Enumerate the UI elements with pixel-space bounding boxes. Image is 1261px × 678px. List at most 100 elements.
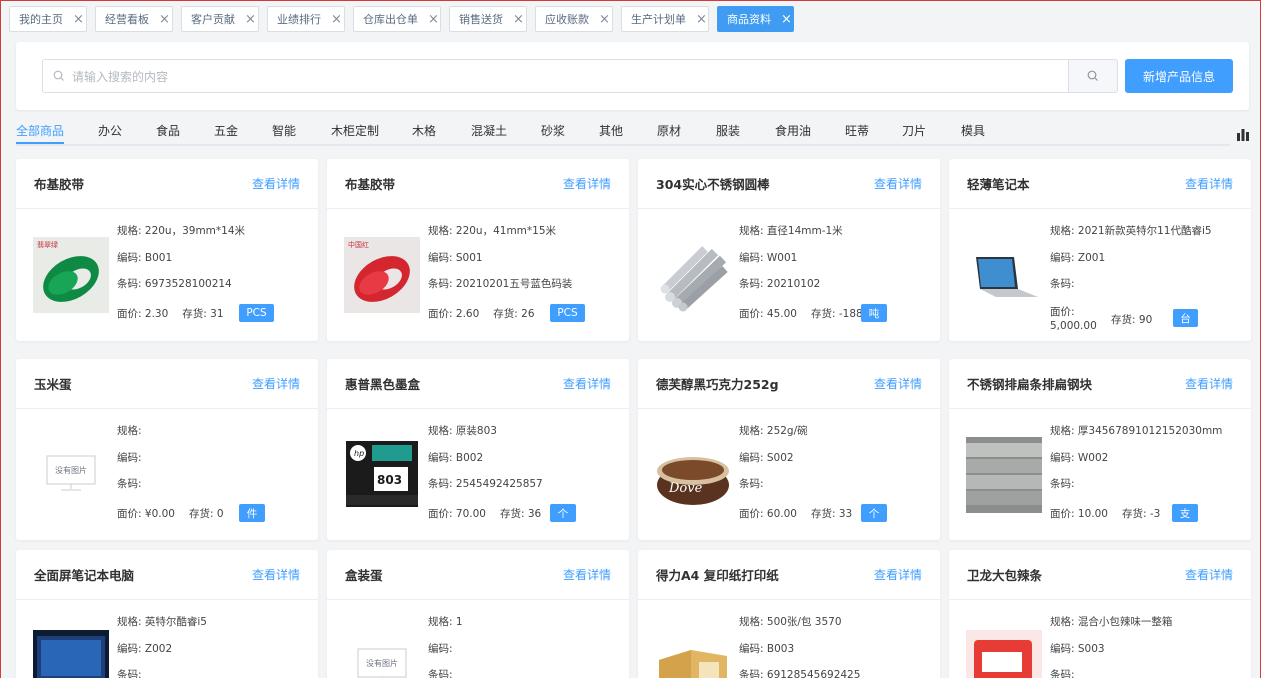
product-image-wrapper bbox=[966, 630, 1042, 678]
product-card: 轻薄笔记本 查看详情 规格: 2021新款英特尔11代酷睿i5 编码: Z001… bbox=[949, 159, 1251, 341]
view-details-link[interactable]: 查看详情 bbox=[1185, 375, 1233, 392]
category-tab-2[interactable]: 食品 bbox=[156, 122, 180, 139]
barcode-label: 条码: bbox=[739, 478, 764, 490]
category-tab-1[interactable]: 办公 bbox=[98, 122, 122, 139]
close-icon[interactable]: × bbox=[428, 13, 439, 26]
tab-3[interactable]: 业绩排行 × bbox=[267, 6, 345, 32]
unit-badge: PCS bbox=[239, 304, 274, 322]
barcode-label: 条码: bbox=[739, 669, 764, 678]
view-details-link[interactable]: 查看详情 bbox=[874, 375, 922, 392]
view-details-link[interactable]: 查看详情 bbox=[1185, 175, 1233, 192]
view-details-link[interactable]: 查看详情 bbox=[874, 175, 922, 192]
stock-label: 存货: bbox=[499, 508, 525, 520]
category-tab-11[interactable]: 服装 bbox=[716, 122, 740, 139]
category-tab-13[interactable]: 旺蒂 bbox=[845, 122, 869, 139]
close-icon[interactable]: × bbox=[599, 13, 610, 26]
category-tab-10[interactable]: 原材 bbox=[657, 122, 681, 139]
close-icon[interactable]: × bbox=[331, 13, 342, 26]
view-details-link[interactable]: 查看详情 bbox=[252, 566, 300, 583]
search-panel: 请输入搜索的内容 新增产品信息 bbox=[16, 42, 1249, 110]
tab-label: 仓库出仓单 bbox=[363, 13, 418, 26]
product-image: 翡翠绿 bbox=[33, 237, 109, 313]
product-name: 卫龙大包辣条 bbox=[967, 568, 1043, 583]
category-tab-4[interactable]: 智能 bbox=[272, 122, 296, 139]
view-details-link[interactable]: 查看详情 bbox=[1185, 566, 1233, 583]
close-icon[interactable]: × bbox=[245, 13, 256, 26]
unit-badge: 台 bbox=[1173, 309, 1198, 327]
tab-label: 生产计划单 bbox=[631, 13, 686, 26]
price-label: 面价: bbox=[117, 308, 142, 320]
product-card: 盒装蛋 查看详情 没有图片 规格: 1 编码: 条码: bbox=[327, 550, 629, 678]
tab-7[interactable]: 生产计划单 × bbox=[621, 6, 709, 32]
barcode-value: 20210201五号蓝色码装 bbox=[455, 278, 573, 290]
close-icon[interactable]: × bbox=[781, 13, 792, 26]
category-tab-14[interactable]: 刀片 bbox=[902, 122, 926, 139]
bar-chart-icon[interactable] bbox=[1236, 128, 1250, 141]
card-header: 得力A4 复印纸打印纸 查看详情 bbox=[638, 550, 940, 600]
view-details-link[interactable]: 查看详情 bbox=[563, 375, 611, 392]
view-details-link[interactable]: 查看详情 bbox=[563, 175, 611, 192]
product-card: 卫龙大包辣条 查看详情 规格: 混合小包辣味一整箱 编码: S003 条码: bbox=[949, 550, 1251, 678]
product-image-wrapper bbox=[966, 437, 1042, 513]
code-label: 编码: bbox=[117, 251, 142, 264]
price-block: 面价: 60.00 存货: 33 bbox=[739, 506, 852, 521]
code-value: B003 bbox=[766, 642, 795, 655]
search-input[interactable]: 请输入搜索的内容 bbox=[42, 59, 1068, 93]
add-product-button[interactable]: 新增产品信息 bbox=[1125, 59, 1233, 93]
spec-value: 500张/包 3570 bbox=[766, 616, 842, 628]
view-details-link[interactable]: 查看详情 bbox=[874, 566, 922, 583]
barcode-label: 条码: bbox=[428, 278, 453, 290]
tab-4[interactable]: 仓库出仓单 × bbox=[353, 6, 441, 32]
tab-5[interactable]: 销售送货 × bbox=[449, 6, 527, 32]
category-tab-0[interactable]: 全部商品 bbox=[16, 122, 64, 139]
svg-text:hp: hp bbox=[354, 449, 364, 458]
tab-label: 销售送货 bbox=[459, 13, 503, 26]
tab-6[interactable]: 应收账款 × bbox=[535, 6, 613, 32]
category-tab-8[interactable]: 砂浆 bbox=[541, 122, 565, 139]
product-name: 布基胶带 bbox=[34, 177, 85, 192]
active-category-indicator bbox=[16, 142, 64, 144]
close-icon[interactable]: × bbox=[73, 13, 84, 26]
code-label: 编码: bbox=[1050, 451, 1075, 464]
code-label: 编码: bbox=[739, 642, 764, 655]
category-tab-5[interactable]: 木柜定制 bbox=[331, 122, 379, 139]
category-tab-9[interactable]: 其他 bbox=[599, 122, 623, 139]
tab-8[interactable]: 商品资料 × bbox=[717, 6, 794, 32]
spec-value: 252g/碗 bbox=[766, 425, 808, 437]
stock-value: -3 bbox=[1149, 507, 1161, 520]
category-tab-3[interactable]: 五金 bbox=[214, 122, 238, 139]
spec-value: 2021新款英特尔11代酷睿i5 bbox=[1077, 225, 1212, 237]
spec-label: 规格: bbox=[739, 616, 764, 628]
category-tab-6[interactable]: 木格 bbox=[412, 122, 436, 139]
close-icon[interactable]: × bbox=[513, 13, 524, 26]
view-details-link[interactable]: 查看详情 bbox=[563, 566, 611, 583]
category-tab-7[interactable]: 混凝土 bbox=[471, 122, 507, 139]
card-header: 德芙醇黑巧克力252g 查看详情 bbox=[638, 359, 940, 409]
code-value: W001 bbox=[766, 251, 798, 264]
card-header: 盒装蛋 查看详情 bbox=[327, 550, 629, 600]
spec-label: 规格: bbox=[1050, 225, 1075, 237]
product-name: 盒装蛋 bbox=[345, 568, 383, 583]
search-button[interactable] bbox=[1068, 59, 1118, 93]
category-tab-12[interactable]: 食用油 bbox=[775, 122, 811, 139]
price-value: 2.60 bbox=[455, 307, 480, 320]
close-icon[interactable]: × bbox=[696, 13, 707, 26]
close-icon[interactable]: × bbox=[159, 13, 170, 26]
image-text: Dove bbox=[668, 481, 703, 496]
stock-value: 33 bbox=[838, 507, 853, 520]
code-value: S003 bbox=[1077, 642, 1105, 655]
product-card: 德芙醇黑巧克力252g 查看详情 Dove 规格: 252g/碗 编码: S00… bbox=[638, 359, 940, 540]
spec-label: 规格: bbox=[428, 425, 453, 437]
product-info: 规格: 252g/碗 编码: S002 条码: bbox=[739, 423, 808, 503]
product-card: 惠普黑色墨盒 查看详情 hp 803 规格: 原装803 编码: B002 条码… bbox=[327, 359, 629, 540]
product-name: 304实心不锈钢圆棒 bbox=[656, 177, 770, 192]
tab-2[interactable]: 客户贡献 × bbox=[181, 6, 259, 32]
category-tab-15[interactable]: 模具 bbox=[961, 122, 985, 139]
tab-1[interactable]: 经营看板 × bbox=[95, 6, 173, 32]
product-info: 规格: 英特尔酷睿i5 编码: Z002 条码: bbox=[117, 614, 207, 678]
tab-0[interactable]: 我的主页 × bbox=[9, 6, 87, 32]
view-details-link[interactable]: 查看详情 bbox=[252, 175, 300, 192]
view-details-link[interactable]: 查看详情 bbox=[252, 375, 300, 392]
stock-value: -188 bbox=[838, 307, 863, 320]
unit-badge: 支 bbox=[1172, 504, 1198, 522]
